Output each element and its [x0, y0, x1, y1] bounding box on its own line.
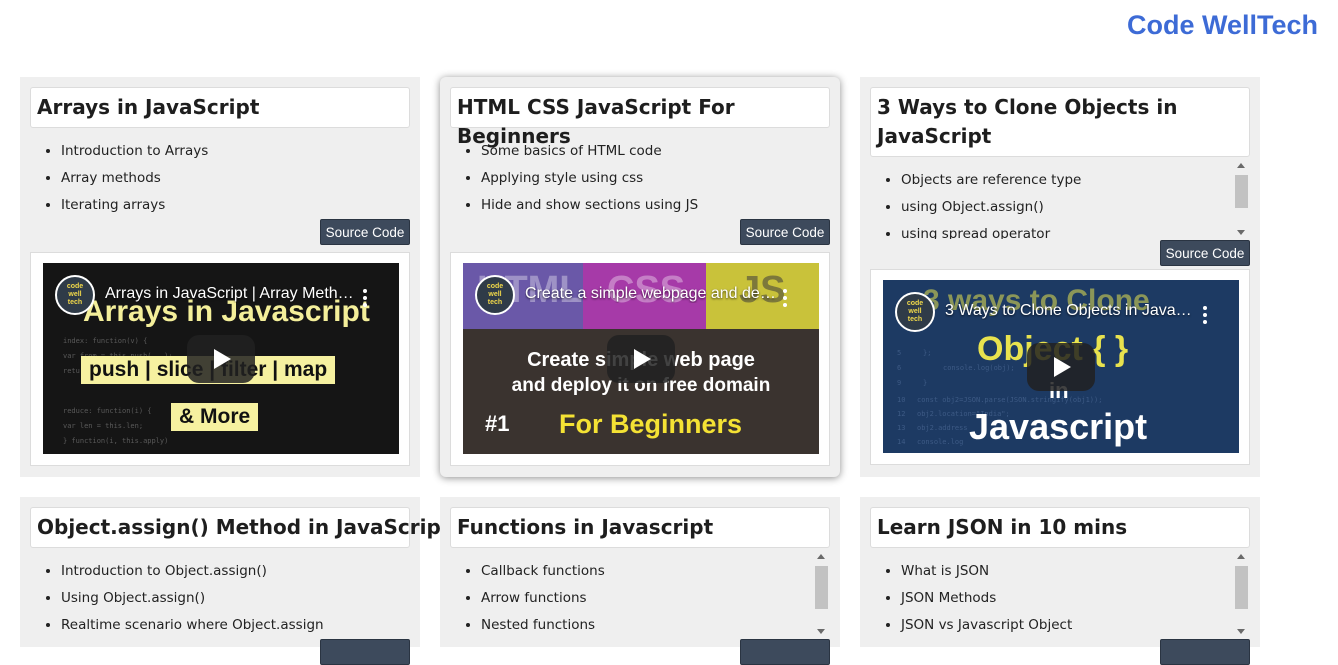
thumb-more: & More [171, 403, 259, 431]
card-title: Object.assign() Method in JavaScript [30, 507, 450, 548]
svg-text:14: 14 [897, 438, 905, 446]
list-item: Introduction to Object.assign() [61, 558, 410, 585]
list-item: Nested functions [481, 612, 816, 639]
list-item: JSON Methods [901, 585, 1236, 612]
more-options-icon[interactable] [1203, 306, 1207, 327]
svg-text:5: 5 [897, 349, 901, 357]
scroll-up-icon[interactable] [1237, 163, 1245, 168]
source-code-button[interactable] [740, 639, 830, 665]
list-item: Introduction to Arrays [61, 138, 410, 165]
scroll-down-icon[interactable] [1237, 230, 1245, 235]
list-item: Arrow functions [481, 585, 816, 612]
scroll-down-icon[interactable] [817, 629, 825, 634]
svg-text:13: 13 [897, 424, 905, 432]
video-thumbnail[interactable]: 5}; 6 console.log(obj); 9} 10 const obj2=J… [883, 280, 1239, 453]
svg-text:console.log: console.log [917, 438, 963, 446]
card-json: Learn JSON in 10 mins What is JSON JSON … [860, 497, 1260, 665]
card-functions: Functions in Javascript Callback functio… [440, 497, 840, 665]
list-item: What is JSON [901, 558, 1236, 585]
svg-text:}: } [923, 379, 927, 387]
topic-list: Introduction to Object.assign() Using Ob… [30, 558, 410, 642]
list-item: JSON vs Javascript Object [901, 612, 1236, 639]
list-item: Realtime scenario where Object.assign [61, 612, 410, 639]
source-code-button[interactable]: Source Code [1160, 240, 1250, 266]
card-title: HTML CSS JavaScript For Beginners [450, 87, 830, 148]
video-thumbnail[interactable]: HTML CSS JS Create simple web page and d… [463, 263, 819, 454]
channel-logo[interactable]: code well tech [55, 275, 95, 315]
svg-text:index: function(v) {: index: function(v) { [63, 337, 147, 345]
video-title[interactable]: Arrays in JavaScript | Array Methods [105, 285, 359, 303]
video-title[interactable]: Create a simple webpage and deploy [525, 285, 779, 303]
more-options-icon[interactable] [783, 289, 787, 310]
list-item: Array methods [61, 165, 410, 192]
svg-text:12: 12 [897, 410, 905, 418]
thumb-episode: #1 [485, 411, 510, 436]
video-embed: index: function(v) { var from = this.pus… [30, 252, 410, 466]
list-item: Callback functions [481, 558, 816, 585]
topic-list: Some basics of HTML code Applying style … [450, 138, 830, 219]
svg-text:} function(i, this.apply): } function(i, this.apply) [63, 437, 168, 445]
source-code-button[interactable] [1160, 639, 1250, 665]
list-scrollbar[interactable] [1235, 554, 1248, 634]
video-embed: HTML CSS JS Create simple web page and d… [450, 252, 830, 466]
list-item: Some basics of HTML code [481, 138, 830, 165]
topic-list[interactable]: Callback functions Arrow functions Neste… [450, 558, 816, 642]
video-embed: 5}; 6 console.log(obj); 9} 10 const obj2=J… [870, 269, 1250, 465]
list-item: Hide and show sections using JS [481, 192, 830, 219]
card-arrays: Arrays in JavaScript Introduction to Arr… [20, 77, 420, 477]
list-item: Objects are reference type [901, 167, 1236, 194]
card-title: Learn JSON in 10 mins [870, 507, 1250, 548]
svg-text:9: 9 [897, 379, 901, 387]
source-code-button[interactable] [320, 639, 410, 665]
thumb-beginners: For Beginners [559, 409, 743, 439]
card-object-assign: Object.assign() Method in JavaScript Int… [20, 497, 450, 665]
scroll-thumb[interactable] [815, 566, 828, 609]
svg-text:var len = this.len;: var len = this.len; [63, 422, 143, 430]
card-clone-objects: 3 Ways to Clone Objects in JavaScript Ob… [860, 77, 1260, 477]
list-item: using spread operator [901, 221, 1236, 239]
video-title[interactable]: 3 Ways to Clone Objects in JavaScript [945, 302, 1199, 320]
list-item: Iterating arrays [61, 192, 410, 219]
play-icon[interactable] [607, 334, 675, 383]
play-icon[interactable] [187, 334, 255, 383]
scroll-thumb[interactable] [1235, 566, 1248, 609]
list-item: using Object.assign() [901, 194, 1236, 221]
card-title: Arrays in JavaScript [30, 87, 410, 128]
play-icon[interactable] [1027, 342, 1095, 391]
svg-text:reduce: function(i) {: reduce: function(i) { [63, 407, 152, 415]
channel-logo[interactable]: code well tech [895, 292, 935, 332]
svg-text:const obj2=JSON.parse(JSON.str: const obj2=JSON.parse(JSON.stringify(obj… [917, 396, 1102, 404]
more-options-icon[interactable] [363, 289, 367, 310]
svg-text:};: }; [923, 349, 931, 357]
scroll-down-icon[interactable] [1237, 629, 1245, 634]
topic-list: Introduction to Arrays Array methods Ite… [30, 138, 410, 219]
source-code-button[interactable]: Source Code [320, 219, 410, 245]
list-scrollbar[interactable] [815, 554, 828, 634]
list-item: Using Object.assign() [61, 585, 410, 612]
card-title: 3 Ways to Clone Objects in JavaScript [870, 87, 1250, 157]
channel-logo[interactable]: code well tech [475, 275, 515, 315]
list-scrollbar[interactable] [1235, 163, 1248, 235]
scroll-up-icon[interactable] [1237, 554, 1245, 559]
card-title: Functions in Javascript [450, 507, 830, 548]
topic-list[interactable]: Objects are reference type using Object.… [870, 167, 1236, 239]
thumb-javascript: Javascript [969, 406, 1148, 447]
topic-list[interactable]: What is JSON JSON Methods JSON vs Javasc… [870, 558, 1236, 642]
scroll-up-icon[interactable] [817, 554, 825, 559]
card-html-css-js: HTML CSS JavaScript For Beginners Some b… [440, 77, 840, 477]
brand-title: Code WellTech [1126, 10, 1318, 40]
svg-text:6: 6 [897, 364, 901, 372]
source-code-button[interactable]: Source Code [740, 219, 830, 245]
svg-text:10: 10 [897, 396, 905, 404]
scroll-thumb[interactable] [1235, 175, 1248, 208]
svg-text:obj2.address: obj2.address [917, 424, 968, 432]
list-item: Applying style using css [481, 165, 830, 192]
video-thumbnail[interactable]: index: function(v) { var from = this.pus… [43, 263, 399, 454]
